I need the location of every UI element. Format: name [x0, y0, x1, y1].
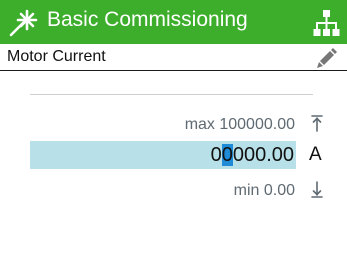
parameter-name: Motor Current [7, 48, 106, 65]
min-limit-icon[interactable] [311, 181, 323, 199]
hierarchy-icon[interactable] [313, 9, 340, 37]
wizard-wand-icon [9, 9, 38, 37]
unit-label: A [309, 144, 322, 165]
value-digits-after-cursor: 000.00 [232, 144, 294, 166]
max-value-label: max 100000.00 [184, 116, 295, 133]
min-value-label: min 0.00 [233, 182, 295, 199]
divider [30, 94, 313, 95]
max-limit-icon[interactable] [311, 114, 323, 132]
value-digits-before-cursor: 0 [210, 144, 222, 166]
value-input[interactable]: 00000.00 [30, 141, 296, 169]
basic-commissioning-screen: Basic Commissioning Motor Current max 10… [0, 0, 347, 264]
value-cursor-digit[interactable]: 0 [221, 144, 233, 166]
parameter-header: Motor Current [0, 44, 347, 71]
value-display[interactable]: 00000.00 [211, 141, 294, 169]
title-bar: Basic Commissioning [0, 0, 347, 44]
page-title: Basic Commissioning [47, 8, 248, 31]
pencil-icon[interactable] [316, 47, 338, 69]
